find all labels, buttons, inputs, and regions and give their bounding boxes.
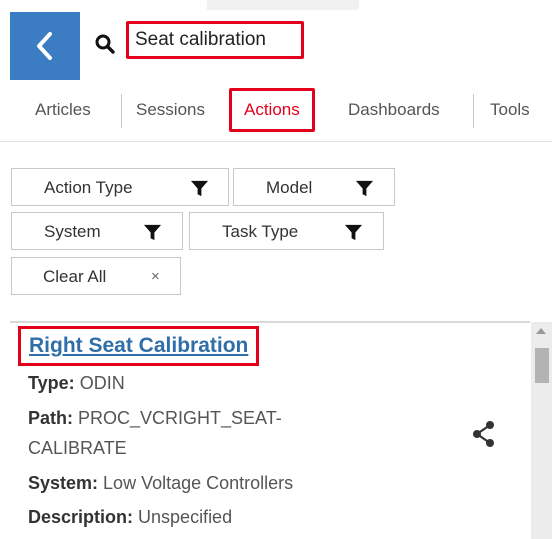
type-label: Type: [28, 373, 75, 393]
path-value-line1: PROC_VCRIGHT_SEAT- [78, 408, 282, 428]
result-description: Description: Unspecified [28, 507, 232, 528]
tab-separator [473, 94, 474, 128]
model-filter-label: Model [266, 178, 313, 197]
tab-tools[interactable]: Tools [490, 86, 530, 134]
search-input[interactable] [126, 21, 304, 59]
path-value-line2: CALIBRATE [28, 438, 127, 458]
results-divider [10, 321, 530, 323]
result-path-continued: CALIBRATE [28, 438, 127, 459]
system-filter-label: System [44, 222, 101, 241]
tab-dashboards[interactable]: Dashboards [348, 86, 440, 134]
funnel-icon [190, 180, 209, 197]
funnel-icon [355, 180, 374, 197]
description-value: Unspecified [138, 507, 233, 527]
system-filter[interactable]: System [11, 212, 183, 250]
path-label: Path: [28, 408, 73, 428]
system-label: System: [28, 473, 99, 493]
funnel-icon [344, 224, 363, 241]
system-value: Low Voltage Controllers [103, 473, 294, 493]
share-icon[interactable] [470, 419, 498, 449]
task-type-filter[interactable]: Task Type [189, 212, 384, 250]
task-type-filter-label: Task Type [222, 222, 299, 241]
top-hint-bar [207, 0, 359, 10]
close-icon: × [151, 268, 160, 285]
action-type-filter[interactable]: Action Type [11, 168, 229, 206]
funnel-icon [143, 224, 162, 241]
result-title-link[interactable]: Right Seat Calibration [18, 326, 260, 366]
type-value: ODIN [79, 373, 125, 393]
search-icon[interactable] [94, 33, 116, 55]
model-filter[interactable]: Model [233, 168, 395, 206]
result-type-tabs: Articles Sessions Actions Dashboards Too… [0, 86, 552, 134]
result-type: Type: ODIN [28, 373, 125, 394]
description-label: Description: [28, 507, 134, 527]
action-type-filter-label: Action Type [44, 178, 133, 197]
back-chevron-icon [37, 32, 52, 60]
scroll-up-arrow-icon[interactable] [536, 328, 546, 334]
scrollbar-thumb[interactable] [535, 348, 549, 383]
clear-all-label: Clear All [43, 267, 107, 286]
tab-articles[interactable]: Articles [35, 86, 91, 134]
result-system: System: Low Voltage Controllers [28, 473, 293, 494]
tab-sessions[interactable]: Sessions [136, 86, 205, 134]
clear-all-button[interactable]: Clear All × [11, 257, 181, 295]
tab-actions[interactable]: Actions [229, 88, 315, 132]
tabs-underline [0, 141, 552, 142]
result-path: Path: PROC_VCRIGHT_SEAT- [28, 408, 282, 429]
back-button[interactable] [10, 12, 80, 80]
tab-separator [121, 94, 122, 128]
